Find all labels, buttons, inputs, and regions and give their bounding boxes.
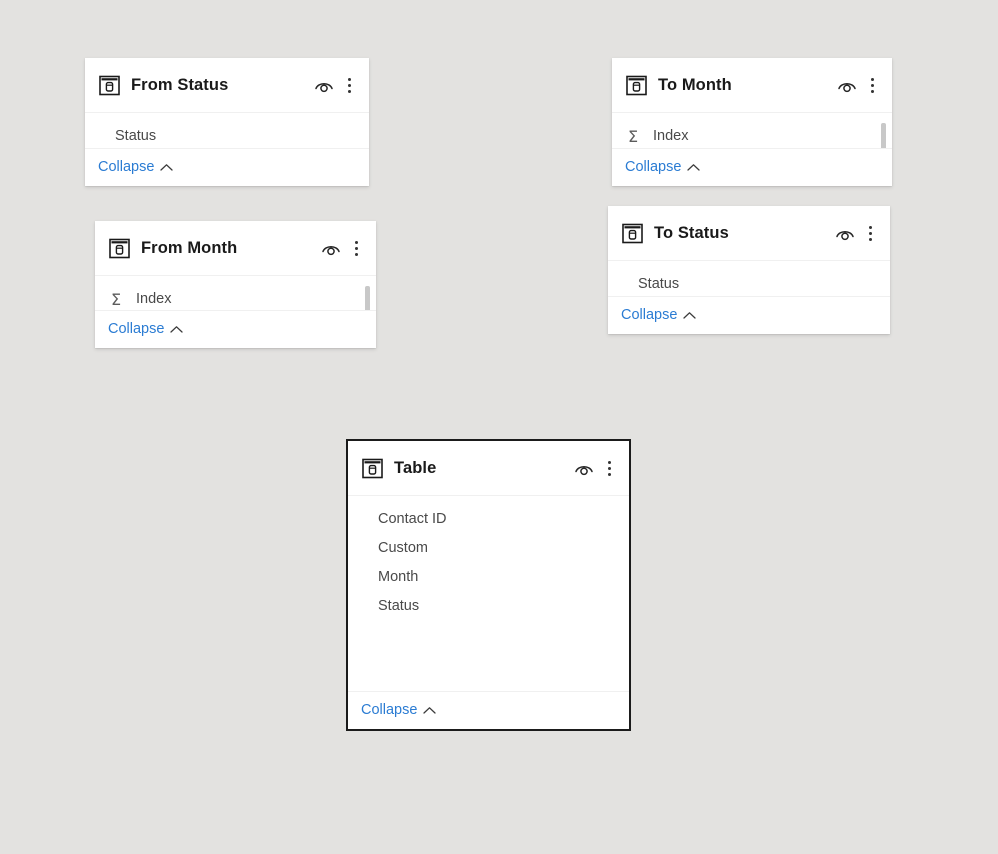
- sigma-aggregate-icon: Σ: [627, 126, 639, 146]
- chevron-up-icon: [160, 164, 174, 171]
- card-header-actions: [835, 74, 880, 96]
- eye-hide-icon[interactable]: [319, 238, 343, 258]
- chevron-up-icon: [687, 164, 701, 171]
- card-header-actions: [572, 457, 617, 479]
- table-icon: [622, 223, 643, 243]
- field-list[interactable]: Status: [85, 113, 369, 148]
- sigma-aggregate-icon: Σ: [110, 289, 122, 309]
- card-header: To Status: [608, 206, 890, 261]
- card-footer: Collapse: [612, 148, 892, 186]
- collapse-label: Collapse: [98, 159, 155, 176]
- table-icon: [109, 238, 130, 258]
- entity-card-to-status[interactable]: To Status Status Collapse: [608, 206, 890, 334]
- kebab-menu-icon[interactable]: [601, 457, 617, 479]
- chevron-up-icon: [423, 707, 437, 714]
- card-title: From Month: [141, 238, 238, 257]
- table-icon: [99, 75, 120, 95]
- card-title: From Status: [131, 75, 229, 94]
- kebab-menu-icon[interactable]: [348, 237, 364, 259]
- chevron-up-icon: [683, 312, 697, 319]
- kebab-menu-icon[interactable]: [864, 74, 880, 96]
- collapse-label: Collapse: [108, 321, 165, 338]
- eye-hide-icon[interactable]: [835, 75, 859, 95]
- card-footer: Collapse: [608, 296, 890, 334]
- field-label: Index: [136, 291, 172, 308]
- field-label: Custom: [378, 540, 428, 557]
- field-list[interactable]: Contact ID Custom Month Status: [348, 496, 629, 691]
- chevron-up-icon: [170, 326, 184, 333]
- field-list-scrollbar[interactable]: [881, 123, 886, 148]
- field-label: Month: [378, 569, 419, 586]
- collapse-button[interactable]: Collapse: [108, 321, 184, 338]
- card-footer: Collapse: [85, 148, 369, 186]
- card-title: To Status: [654, 223, 729, 242]
- field-row[interactable]: Contact ID: [348, 505, 629, 534]
- model-diagram-canvas[interactable]: From Status Status Collapse To Month Σ I…: [0, 0, 998, 854]
- card-title: To Month: [658, 75, 732, 94]
- entity-card-table[interactable]: Table Contact ID Custom Month Status Col…: [346, 439, 631, 731]
- table-icon: [626, 75, 647, 95]
- collapse-button[interactable]: Collapse: [98, 159, 174, 176]
- collapse-button[interactable]: Collapse: [361, 702, 437, 719]
- field-label: Index: [653, 128, 689, 145]
- field-label: Status: [638, 276, 680, 293]
- entity-card-from-month[interactable]: From Month Σ Index Collapse: [95, 221, 376, 348]
- field-list[interactable]: Σ Index: [95, 276, 376, 310]
- card-footer: Collapse: [348, 691, 629, 729]
- field-row[interactable]: Σ Index: [612, 122, 892, 148]
- kebab-menu-icon[interactable]: [862, 222, 878, 244]
- field-row[interactable]: Status: [608, 270, 890, 296]
- card-header: From Status: [85, 58, 369, 113]
- collapse-button[interactable]: Collapse: [621, 307, 697, 324]
- collapse-label: Collapse: [625, 159, 682, 176]
- collapse-label: Collapse: [361, 702, 418, 719]
- entity-card-from-status[interactable]: From Status Status Collapse: [85, 58, 369, 186]
- eye-hide-icon[interactable]: [572, 458, 596, 478]
- eye-hide-icon[interactable]: [312, 75, 336, 95]
- card-header: Table: [348, 441, 629, 496]
- field-list-scrollbar[interactable]: [365, 286, 370, 310]
- collapse-label: Collapse: [621, 307, 678, 324]
- field-row[interactable]: Σ Index: [95, 285, 376, 310]
- table-icon: [362, 458, 383, 478]
- kebab-menu-icon[interactable]: [341, 74, 357, 96]
- field-list[interactable]: Status: [608, 261, 890, 296]
- card-header: From Month: [95, 221, 376, 276]
- field-row[interactable]: Status: [348, 592, 629, 621]
- field-row[interactable]: Custom: [348, 534, 629, 563]
- card-title: Table: [394, 458, 437, 477]
- field-label: Status: [115, 128, 157, 145]
- field-label: Contact ID: [378, 511, 447, 528]
- card-header-actions: [833, 222, 878, 244]
- collapse-button[interactable]: Collapse: [625, 159, 701, 176]
- field-row[interactable]: Status: [85, 122, 369, 148]
- entity-card-to-month[interactable]: To Month Σ Index Collapse: [612, 58, 892, 186]
- field-list[interactable]: Σ Index: [612, 113, 892, 148]
- field-label: Status: [378, 598, 420, 615]
- card-header-actions: [312, 74, 357, 96]
- eye-hide-icon[interactable]: [833, 223, 857, 243]
- card-footer: Collapse: [95, 310, 376, 348]
- card-header: To Month: [612, 58, 892, 113]
- card-header-actions: [319, 237, 364, 259]
- field-row[interactable]: Month: [348, 563, 629, 592]
